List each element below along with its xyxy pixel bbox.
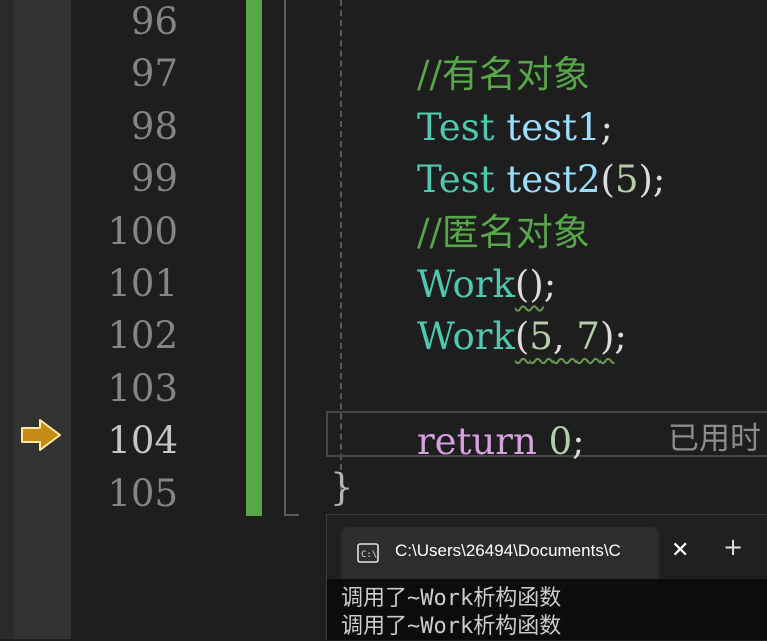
code-token: 0	[548, 420, 573, 464]
code-token: )	[599, 315, 615, 359]
line-number: 105	[107, 471, 178, 515]
code-line[interactable]: Work();	[417, 259, 556, 311]
console-tab-bar: C:\ C:\Users\26494\Documents\C ✕ +	[327, 515, 767, 579]
code-token: ;	[572, 420, 585, 464]
code-token: (	[514, 315, 530, 359]
console-window[interactable]: C:\ C:\Users\26494\Documents\C ✕ + 调用了~W…	[326, 514, 767, 640]
code-line[interactable]: //匿名对象	[417, 207, 590, 259]
console-tab-title: C:\Users\26494\Documents\C	[395, 541, 621, 560]
code-token: Test	[417, 105, 495, 149]
code-token: 5	[529, 315, 553, 359]
close-icon[interactable]: ✕	[671, 539, 691, 563]
console-output-line: 调用了~Work析构函数	[341, 586, 562, 611]
code-token: //有名对象	[417, 53, 590, 97]
console-output: 调用了~Work析构函数 调用了~Work析构函数	[341, 585, 561, 641]
code-token: Work	[417, 315, 515, 359]
line-number: 101	[107, 262, 178, 305]
line-number-gutter: 96 97 98 99 100 101 102 103 104 105	[71, 0, 246, 639]
code-token: 7	[576, 315, 600, 359]
outline-fold-line	[284, 0, 286, 516]
code-token: test1	[506, 105, 601, 149]
code-token: ;	[600, 105, 613, 149]
glyph-strip	[0, 0, 14, 639]
code-token: Test	[417, 158, 495, 202]
line-number: 100	[107, 209, 178, 253]
code-token: Work	[417, 263, 515, 306]
code-token: 5	[614, 158, 639, 202]
line-number: 99	[130, 157, 178, 201]
line-number: 96	[130, 0, 178, 43]
current-statement-arrow-icon	[21, 419, 61, 451]
console-tab[interactable]: C:\ C:\Users\26494\Documents\C ✕	[341, 527, 689, 579]
console-output-line: 调用了~Work析构函数	[341, 614, 562, 639]
line-number: 103	[107, 366, 178, 410]
terminal-icon: C:\	[357, 543, 379, 563]
code-line[interactable]: Test test1;	[417, 102, 613, 154]
code-token: test2	[506, 158, 601, 202]
code-token: );	[638, 158, 666, 202]
line-number: 97	[130, 52, 178, 96]
closing-brace: }	[330, 466, 354, 509]
code-token: return	[417, 420, 537, 464]
perf-tip-elapsed[interactable]: 已用时	[668, 413, 761, 465]
line-number: 102	[107, 314, 178, 358]
code-line[interactable]: return 0;	[417, 416, 585, 468]
code-token: ;	[543, 263, 557, 306]
svg-text:C:\: C:\	[361, 550, 377, 560]
change-tracking-bar	[246, 0, 262, 516]
code-token: (	[600, 158, 615, 202]
outline-fold-end	[284, 514, 299, 516]
code-token: ()	[514, 263, 544, 306]
new-tab-button[interactable]: +	[723, 535, 747, 559]
line-number: 98	[130, 104, 178, 148]
code-line[interactable]: //有名对象	[417, 49, 590, 101]
code-line[interactable]: Work(5, 7);	[417, 311, 627, 363]
code-token: //匿名对象	[417, 210, 590, 254]
code-token: ;	[614, 315, 627, 359]
code-token: ,	[552, 315, 577, 359]
code-line[interactable]: Test test2(5);	[417, 154, 665, 206]
line-number: 104	[107, 419, 178, 463]
